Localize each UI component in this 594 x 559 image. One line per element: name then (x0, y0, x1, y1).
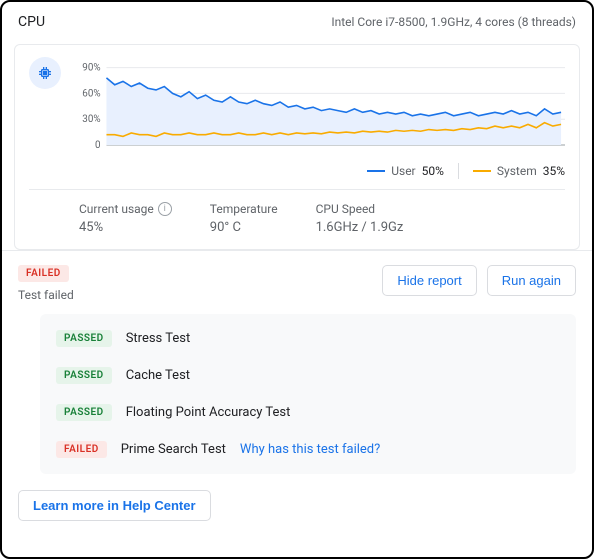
usage-chart: 90% 60% 30% 0 User 50% System 35% (73, 55, 565, 189)
test-failure-link[interactable]: Why has this test failed? (240, 442, 380, 457)
test-status-badge: PASSED (56, 404, 112, 421)
stat-temperature: Temperature 90° C (210, 202, 316, 235)
learn-more-button[interactable]: Learn more in Help Center (18, 490, 211, 521)
page-title: CPU (18, 14, 45, 30)
speed-value: 1.6GHz / 1.9Gz (316, 220, 404, 235)
card-footer: Learn more in Help Center (2, 474, 592, 537)
run-again-button[interactable]: Run again (487, 265, 576, 296)
cpu-model: Intel Core i7-8500, 1.9GHz, 4 cores (8 t… (331, 15, 576, 29)
status-message: Test failed (18, 288, 74, 302)
legend-user-label: User (391, 164, 415, 178)
test-name: Floating Point Accuracy Test (126, 405, 291, 420)
hide-report-button[interactable]: Hide report (382, 265, 476, 296)
legend-system-value: 35% (543, 164, 565, 178)
svg-text:30%: 30% (82, 114, 100, 125)
svg-text:60%: 60% (82, 88, 100, 99)
test-row: FAILED Prime Search Test Why has this test… (40, 431, 576, 468)
legend-user: User 50% (367, 164, 444, 178)
cpu-icon (29, 57, 61, 89)
test-row: PASSED Floating Point Accuracy Test (40, 394, 576, 431)
stats-row: Current usage i 45% Temperature 90° C CP… (29, 189, 565, 249)
test-status-badge: PASSED (56, 330, 112, 347)
test-row: PASSED Stress Test (40, 320, 576, 357)
stat-current-usage: Current usage i 45% (29, 202, 210, 235)
legend-user-swatch (367, 170, 385, 172)
svg-text:0: 0 (95, 140, 101, 151)
test-name: Stress Test (126, 331, 191, 346)
legend-user-value: 50% (422, 164, 444, 178)
test-name: Cache Test (126, 368, 190, 383)
legend-system-swatch (473, 170, 491, 172)
test-status-badge: PASSED (56, 367, 112, 384)
test-status-badge: FAILED (56, 441, 107, 458)
temp-value: 90° C (210, 220, 278, 235)
test-status-section: FAILED Test failed Hide report Run again (2, 250, 592, 314)
card-header: CPU Intel Core i7-8500, 1.9GHz, 4 cores … (2, 2, 592, 38)
speed-label: CPU Speed (316, 202, 404, 216)
stat-cpu-speed: CPU Speed 1.6GHz / 1.9Gz (316, 202, 442, 235)
usage-value: 45% (79, 220, 172, 235)
tests-list: PASSED Stress Test PASSED Cache Test PASSED F… (40, 314, 576, 474)
legend-system: System 35% (473, 164, 565, 178)
usage-label: Current usage (79, 202, 154, 216)
test-name: Prime Search Test (121, 442, 226, 457)
status-badge: FAILED (18, 265, 69, 282)
legend-system-label: System (497, 164, 537, 178)
chart-card: 90% 60% 30% 0 User 50% System 35% Current u… (14, 44, 580, 250)
test-row: PASSED Cache Test (40, 357, 576, 394)
legend-separator (458, 163, 459, 179)
svg-text:90%: 90% (82, 63, 100, 74)
info-icon[interactable]: i (158, 202, 172, 216)
chart-legend: User 50% System 35% (73, 155, 565, 189)
temp-label: Temperature (210, 202, 278, 216)
